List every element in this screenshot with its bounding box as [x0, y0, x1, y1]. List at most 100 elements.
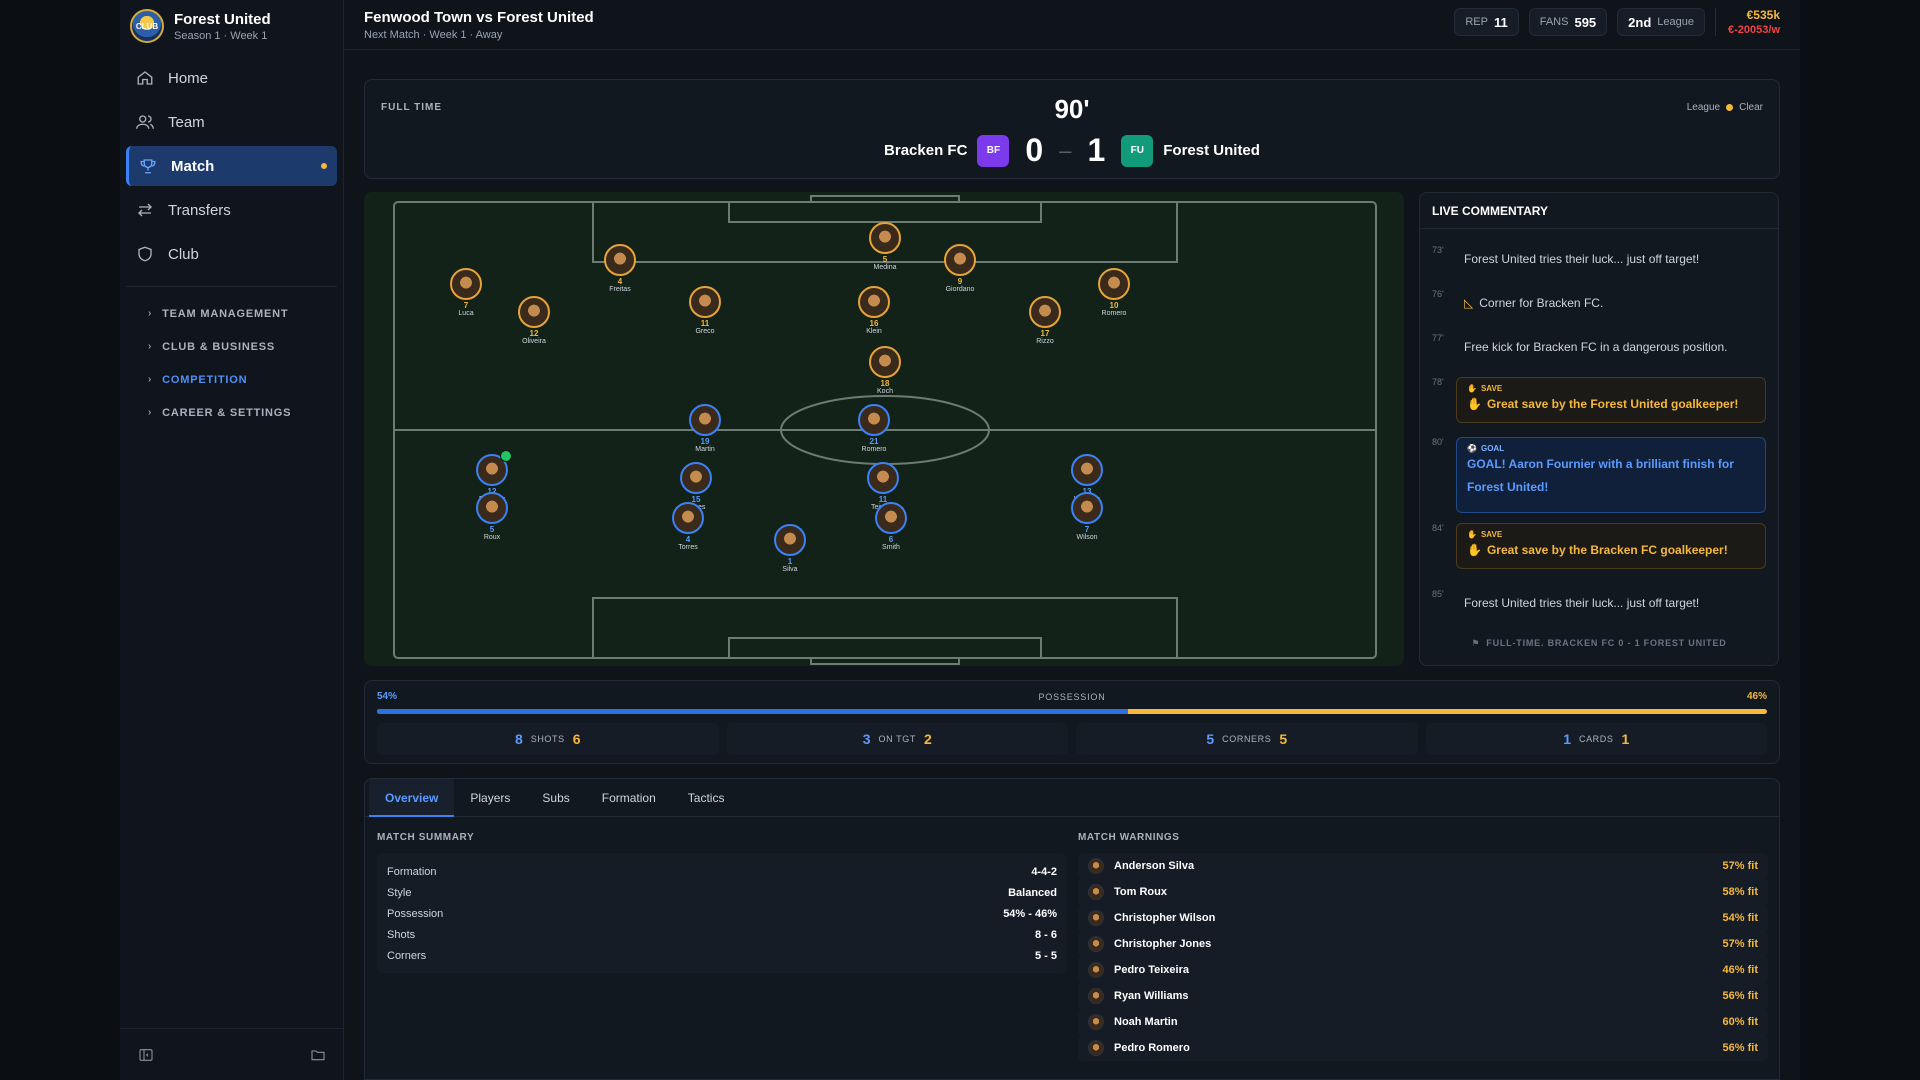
player-name: Koch — [877, 388, 893, 395]
tab-subs[interactable]: Subs — [526, 779, 585, 816]
warning-row[interactable]: Anderson Silva 57% fit — [1078, 853, 1768, 879]
possession-panel: 54% POSSESSION 46% 8 SHOTS 6 3 ON TGT 2 5 COR… — [364, 680, 1780, 764]
goal-scorer-ball-icon — [500, 450, 512, 462]
collapse-sidebar-icon[interactable] — [138, 1047, 154, 1063]
summary-label: Formation — [387, 865, 437, 878]
summary-value: 54% - 46% — [1003, 907, 1057, 920]
player-number: 4 — [617, 277, 623, 286]
player-avatar — [1098, 268, 1130, 300]
club-header[interactable]: CLUB Forest United Season 1 · Week 1 — [120, 0, 343, 52]
home-player-token[interactable]: 12 Oliveira — [504, 296, 564, 346]
warning-row[interactable]: Tom Roux 58% fit — [1078, 879, 1768, 905]
warning-row[interactable]: Ryan Williams 56% fit — [1078, 983, 1768, 1009]
player-name: Greco — [695, 328, 715, 335]
save-event-box: ✋ SAVE ✋ Great save by the Forest United g… — [1456, 377, 1766, 423]
summary-label: Corners — [387, 949, 427, 962]
match-warnings-title: MATCH WARNINGS — [1078, 832, 1180, 843]
league-chip[interactable]: 2nd League — [1617, 8, 1706, 36]
section-competition[interactable]: › COMPETITION — [126, 363, 337, 396]
player-avatar — [944, 244, 976, 276]
warning-row[interactable]: Christopher Wilson 54% fit — [1078, 905, 1768, 931]
player-avatar — [869, 346, 901, 378]
nav-item-transfers[interactable]: Transfers — [126, 190, 337, 230]
away-player-token[interactable]: 7 Wilson — [1057, 492, 1117, 542]
event-minute: 85' — [1432, 589, 1444, 599]
home-player-token[interactable]: 4 Freitas — [590, 244, 650, 294]
fans-chip[interactable]: FANS 595 — [1528, 8, 1608, 36]
player-name: Romero — [861, 446, 887, 453]
commentary-footer: ⚑ FULL-TIME. BRACKEN FC 0 - 1 FOREST UNIT… — [1420, 638, 1778, 649]
away-player-token[interactable]: 1 Silva — [760, 524, 820, 574]
trophy-icon — [140, 159, 156, 174]
player-name: Smith — [882, 544, 900, 551]
match-minute: 90' — [1054, 94, 1090, 124]
match-summary: Formation 4-4-2 Style Balanced Possession 5… — [377, 853, 1067, 973]
summary-label: Possession — [387, 907, 444, 920]
summary-row: Formation 4-4-2 — [387, 861, 1057, 882]
commentary-title: LIVE COMMENTARY — [1420, 193, 1778, 229]
home-player-token[interactable]: 16 Klein — [844, 286, 904, 336]
section-team-management[interactable]: › TEAM MANAGEMENT — [126, 297, 337, 330]
home-player-token[interactable]: 18 Koch — [855, 346, 915, 396]
match-warnings: Anderson Silva 57% fit Tom Roux 58% fit Ch… — [1078, 853, 1768, 1061]
chevron-right-icon: › — [148, 341, 153, 352]
finances[interactable]: €535k €-20053/w — [1715, 8, 1780, 36]
away-player-token[interactable]: 21 Romero — [844, 404, 904, 454]
nav-item-club[interactable]: Club — [126, 234, 337, 274]
home-team-name: Bracken FC — [884, 142, 968, 159]
warning-row[interactable]: Noah Martin 60% fit — [1078, 1009, 1768, 1035]
player-number: 10 — [1109, 301, 1119, 310]
section-club-business[interactable]: › CLUB & BUSINESS — [126, 330, 337, 363]
nav-item-home[interactable]: Home — [126, 58, 337, 98]
away-player-token[interactable]: 4 Torres — [658, 502, 718, 552]
club-season: Season 1 · Week 1 — [174, 29, 268, 42]
topbar: Fenwood Town vs Forest United Next Match… — [344, 0, 1800, 50]
warning-row[interactable]: Christopher Jones 57% fit — [1078, 931, 1768, 957]
stat-on-target: 3 ON TGT 2 — [726, 723, 1068, 755]
folder-icon[interactable] — [310, 1047, 326, 1063]
home-player-token[interactable]: 5 Medina — [855, 222, 915, 272]
warning-fitness: 60% fit — [1722, 1016, 1758, 1028]
section-career-settings[interactable]: › CAREER & SETTINGS — [126, 396, 337, 429]
home-player-token[interactable]: 11 Greco — [675, 286, 735, 336]
player-number: 4 — [685, 535, 691, 544]
arrows-icon — [138, 203, 152, 217]
player-number: 16 — [869, 319, 879, 328]
player-name: Martin — [695, 446, 715, 453]
tab-overview[interactable]: Overview — [369, 779, 455, 817]
home-team-badge: BF — [977, 134, 1010, 167]
stat-away: 3 — [862, 731, 871, 747]
event-text: GOAL! Aaron Fournier with a brilliant fi… — [1467, 457, 1734, 494]
summary-value: 5 - 5 — [1034, 949, 1057, 962]
player-name: Luca — [458, 310, 474, 317]
event-minute: 78' — [1432, 377, 1444, 387]
player-avatar — [672, 502, 704, 534]
warning-row[interactable]: Pedro Romero 56% fit — [1078, 1035, 1768, 1061]
home-player-token[interactable]: 7 Luca — [436, 268, 496, 318]
competition-label: League — [1686, 102, 1721, 113]
player-name: Silva — [782, 566, 798, 573]
warning-fitness: 56% fit — [1722, 1042, 1758, 1054]
warning-fitness: 57% fit — [1722, 938, 1758, 950]
home-player-token[interactable]: 10 Romero — [1084, 268, 1144, 318]
player-number: 11 — [700, 319, 710, 328]
warning-row[interactable]: Pedro Teixeira 46% fit — [1078, 957, 1768, 983]
tab-players[interactable]: Players — [454, 779, 526, 816]
reputation-chip[interactable]: REP 11 — [1454, 8, 1519, 36]
tab-formation[interactable]: Formation — [586, 779, 672, 816]
away-player-token[interactable]: 5 Roux — [462, 492, 522, 542]
nav-item-label: Team — [168, 113, 205, 131]
score-separator: – — [1059, 137, 1072, 163]
fans-label: FANS — [1539, 16, 1569, 28]
warning-player: Ryan Williams — [1114, 990, 1189, 1002]
nav-item-match[interactable]: Match — [126, 146, 337, 186]
player-name: Oliveira — [522, 338, 546, 345]
home-player-token[interactable]: 9 Giordano — [930, 244, 990, 294]
nav-item-team[interactable]: Team — [126, 102, 337, 142]
home-player-token[interactable]: 17 Rizzo — [1015, 296, 1075, 346]
away-player-token[interactable]: 6 Smith — [861, 502, 921, 552]
player-avatar — [1088, 988, 1104, 1004]
home-possession: 46% — [1746, 691, 1767, 702]
away-player-token[interactable]: 19 Martin — [675, 404, 735, 454]
tab-tactics[interactable]: Tactics — [672, 779, 741, 816]
